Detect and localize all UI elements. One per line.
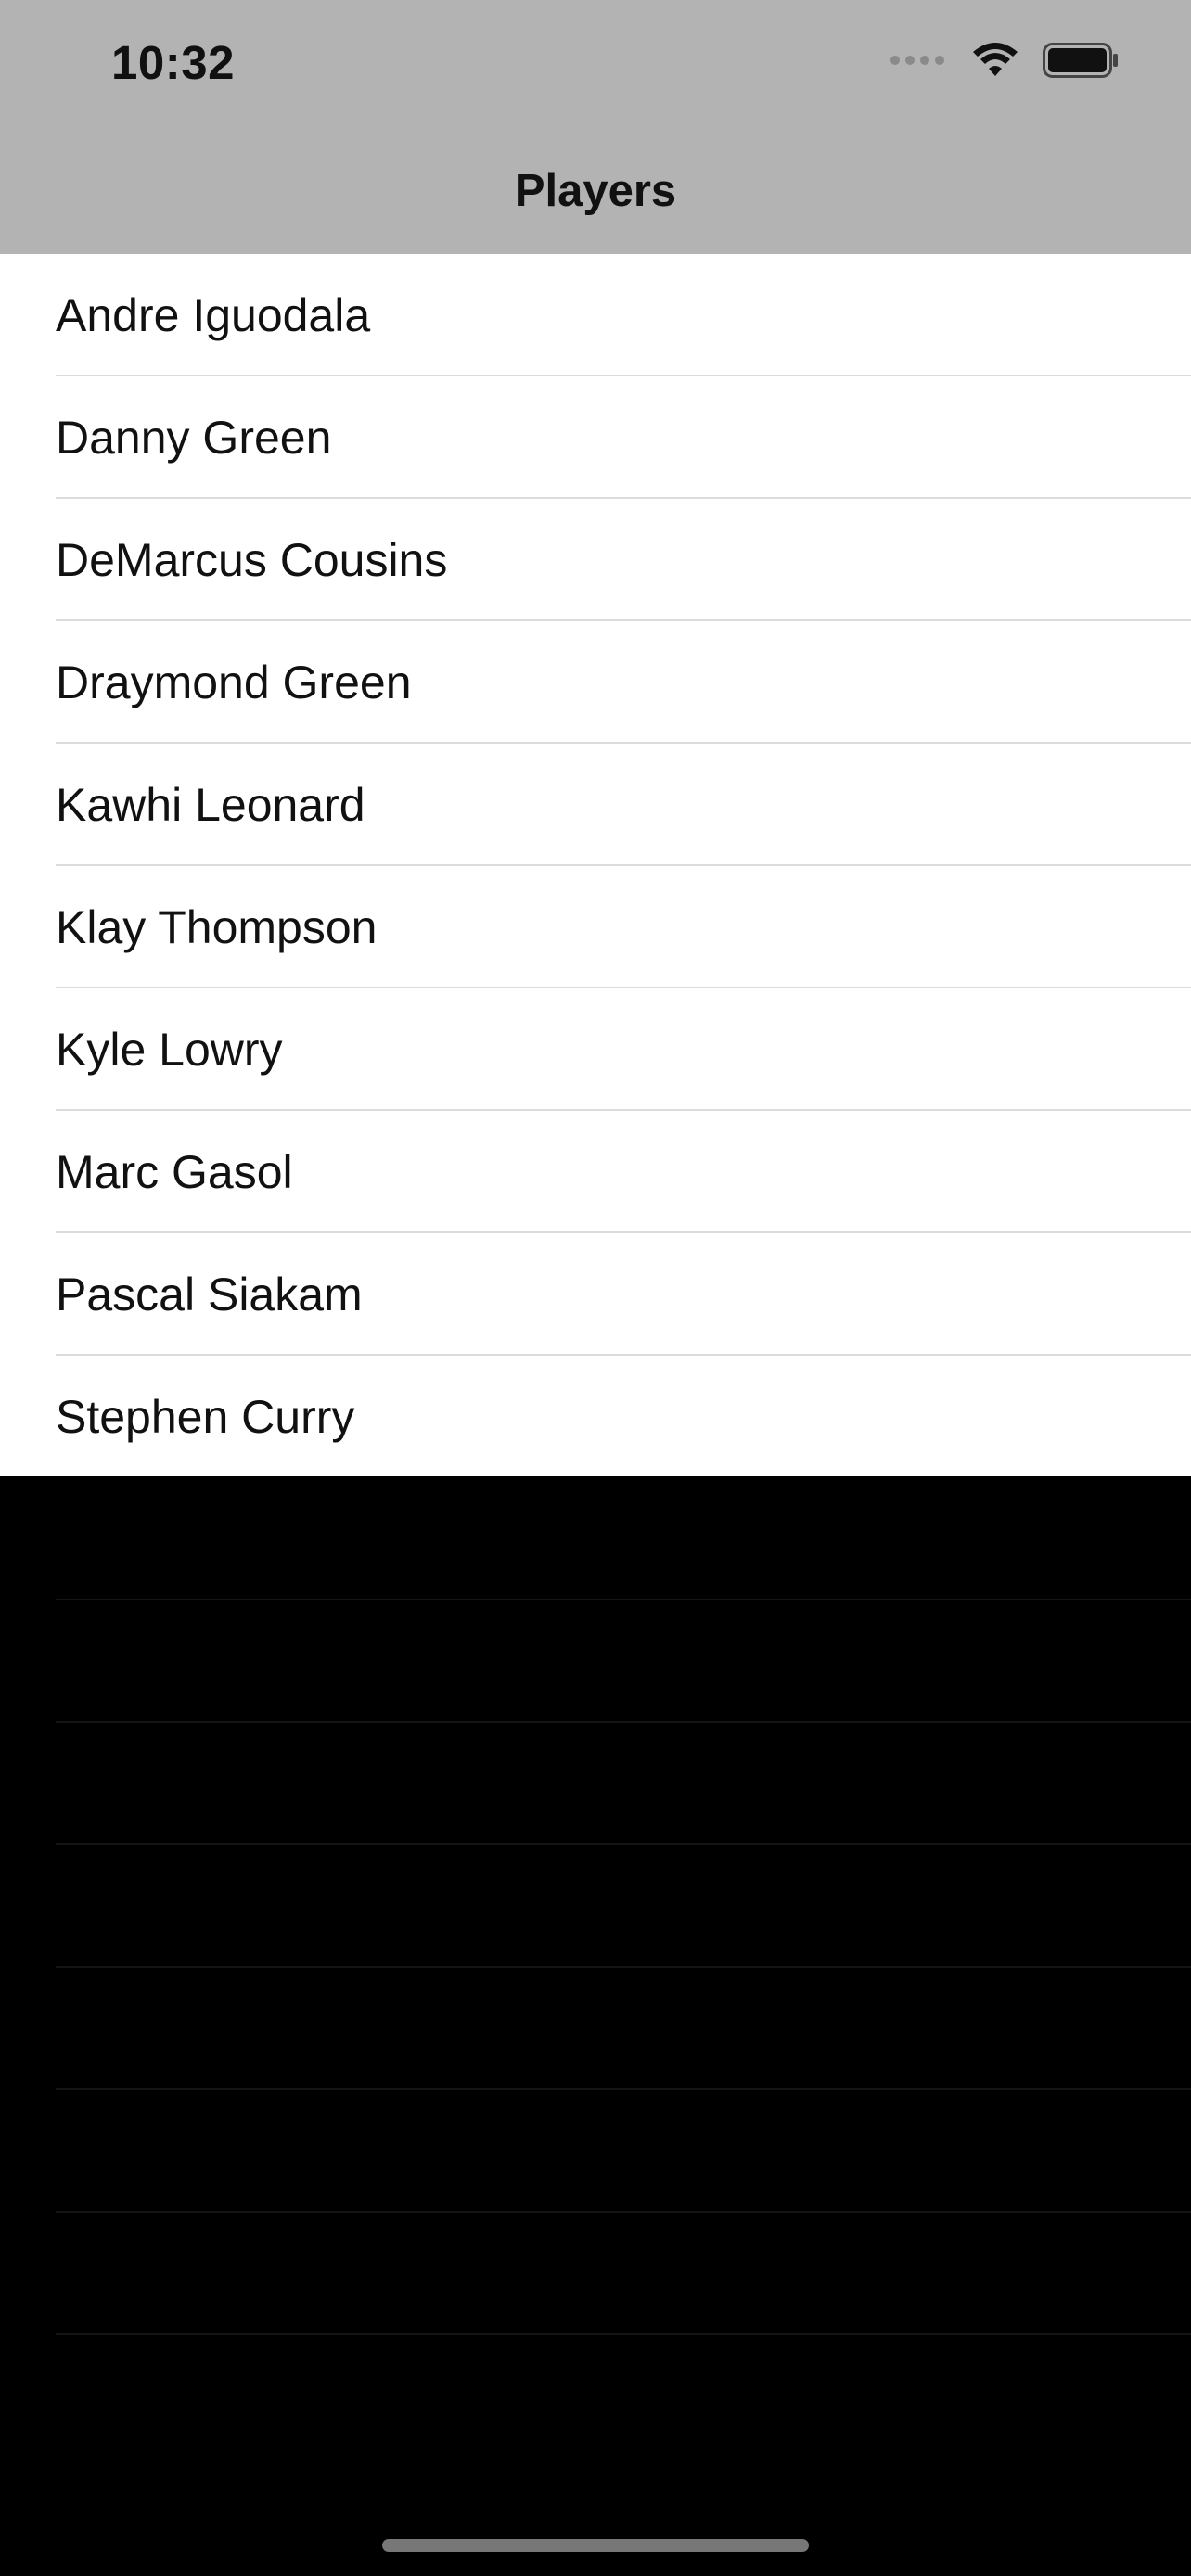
list-item[interactable]: Danny Green [0,376,1191,499]
player-name: Danny Green [56,412,332,464]
screen: 10:32 Players Andre Iguodala Danny Green… [0,0,1191,2576]
player-name: Andre Iguodala [56,289,371,341]
header: 10:32 Players [0,0,1191,254]
list-item[interactable]: Marc Gasol [0,1111,1191,1233]
player-name: Pascal Siakam [56,1269,363,1320]
empty-row-separator [56,2211,1191,2213]
cellular-signal-icon [890,56,944,65]
status-time: 10:32 [111,36,235,89]
player-name: Kyle Lowry [56,1024,283,1076]
player-name: Marc Gasol [56,1146,293,1198]
list-item[interactable]: DeMarcus Cousins [0,499,1191,621]
list-item[interactable]: Kawhi Leonard [0,744,1191,866]
list-item[interactable]: Stephen Curry [0,1356,1191,1478]
empty-row-separator [56,1843,1191,1845]
empty-row-separator [56,2333,1191,2335]
empty-table-area [0,1476,1191,2496]
list-item[interactable]: Andre Iguodala [0,254,1191,376]
empty-row-separator [56,1966,1191,1968]
player-name: Klay Thompson [56,901,378,953]
player-name: Kawhi Leonard [56,779,365,831]
player-name: Draymond Green [56,657,412,708]
empty-row-separator [56,2088,1191,2090]
empty-row-separator [56,1721,1191,1723]
status-icons [890,43,1119,78]
player-list: Andre Iguodala Danny Green DeMarcus Cous… [0,254,1191,1476]
wifi-icon [972,43,1018,78]
list-item[interactable]: Pascal Siakam [0,1233,1191,1356]
empty-row-separator [56,1599,1191,1600]
home-indicator[interactable] [382,2539,809,2552]
player-name: DeMarcus Cousins [56,534,448,586]
player-name: Stephen Curry [56,1391,355,1443]
list-item[interactable]: Kyle Lowry [0,988,1191,1111]
list-item[interactable]: Draymond Green [0,621,1191,744]
list-item[interactable]: Klay Thompson [0,866,1191,988]
page-title: Players [514,166,677,216]
battery-icon [1043,43,1119,78]
